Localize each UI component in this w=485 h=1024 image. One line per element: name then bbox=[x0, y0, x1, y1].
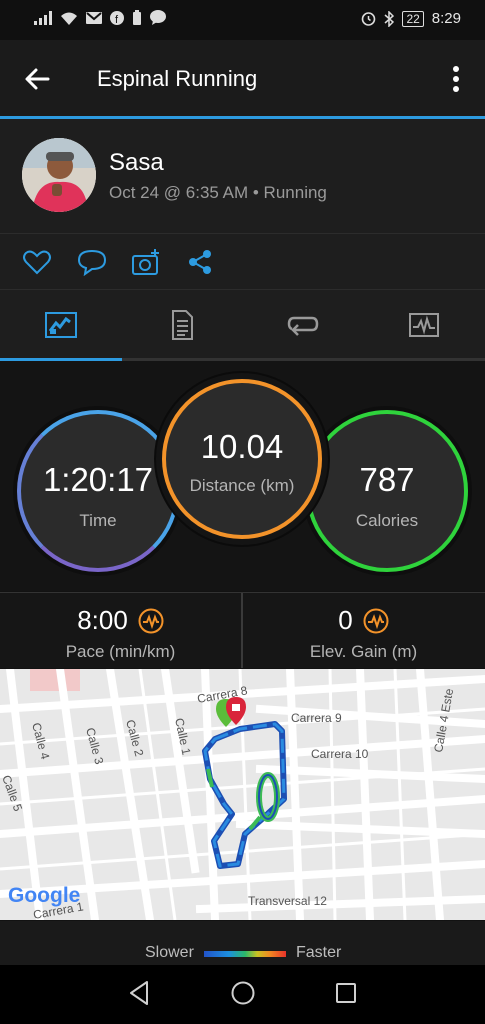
pace-info-icon[interactable] bbox=[138, 608, 164, 634]
tab-laps[interactable] bbox=[242, 290, 363, 360]
street-label: Carrera 9 bbox=[291, 711, 342, 725]
pace-metric: 8:00 Pace (min/km) bbox=[0, 593, 241, 668]
pace-value: 8:00 bbox=[77, 605, 128, 635]
overview-icon bbox=[44, 312, 77, 338]
activity-tabs bbox=[0, 290, 485, 360]
laps-icon bbox=[287, 316, 318, 336]
nav-back-icon[interactable] bbox=[128, 980, 150, 1006]
status-bar: f 22 8:29 bbox=[0, 0, 485, 40]
pace-legend: Slower Faster bbox=[0, 921, 485, 965]
time-value: 1:20:17 bbox=[42, 461, 154, 498]
distance-value: 10.04 bbox=[200, 428, 284, 465]
share-icon[interactable] bbox=[185, 248, 215, 276]
wifi-icon bbox=[61, 12, 77, 25]
tab-charts[interactable] bbox=[363, 290, 484, 360]
comment-icon[interactable] bbox=[77, 248, 107, 276]
street-label: Transversal 12 bbox=[248, 894, 327, 908]
time-label: Time bbox=[79, 511, 117, 530]
distance-ring: 10.04 Distance (km) bbox=[162, 379, 322, 539]
calories-label: Calories bbox=[355, 511, 419, 530]
tab-overview[interactable] bbox=[0, 290, 121, 360]
bluetooth-icon bbox=[384, 10, 395, 27]
map-canvas[interactable]: Calle 4 Calle 3 Calle 2 Calle 1 Carrera … bbox=[0, 669, 485, 920]
pace-label: Pace (min/km) bbox=[65, 642, 176, 661]
gmail-icon bbox=[86, 11, 102, 24]
distance-label: Distance (km) bbox=[189, 476, 295, 495]
route-map[interactable]: Calle 4 Calle 3 Calle 2 Calle 1 Carrera … bbox=[0, 669, 485, 920]
more-options-icon[interactable] bbox=[446, 64, 466, 94]
app-bar: Espinal Running bbox=[0, 40, 485, 116]
facebook-icon: f bbox=[110, 10, 124, 25]
calories-ring: 787 Calories bbox=[306, 410, 468, 572]
elevation-info-icon[interactable] bbox=[363, 608, 389, 634]
calories-value: 787 bbox=[359, 461, 415, 498]
legend-slower: Slower bbox=[145, 944, 194, 961]
battery-indicator: 22 bbox=[402, 10, 424, 27]
stats-document-icon bbox=[171, 310, 193, 340]
tab-stats[interactable] bbox=[121, 290, 242, 360]
street-label: Carrera 10 bbox=[311, 747, 369, 761]
activity-title: Espinal Running bbox=[97, 66, 258, 91]
battery-saver-icon bbox=[133, 10, 141, 25]
time-ring: 1:20:17 Time bbox=[17, 410, 179, 572]
system-nav-bar bbox=[0, 965, 485, 1024]
nav-recents-icon[interactable] bbox=[334, 980, 358, 1006]
avatar[interactable] bbox=[22, 138, 96, 212]
signal-icon bbox=[34, 10, 52, 25]
message-icon bbox=[150, 10, 166, 25]
action-bar bbox=[0, 234, 485, 290]
stats-summary: 1:20:17 Time 787 Calories 10.04 Distance… bbox=[0, 361, 485, 591]
alarm-icon bbox=[362, 12, 376, 26]
elevation-label: Elev. Gain (m) bbox=[309, 642, 418, 661]
metrics-row: 8:00 Pace (min/km) 0 Elev. Gain (m) bbox=[0, 592, 485, 668]
legend-faster: Faster bbox=[296, 944, 342, 961]
legend-gradient bbox=[204, 951, 286, 957]
back-arrow-icon[interactable] bbox=[22, 64, 52, 94]
user-name: Sasa bbox=[109, 149, 164, 176]
nav-home-icon[interactable] bbox=[230, 980, 256, 1006]
charts-icon bbox=[408, 313, 439, 337]
elevation-metric: 0 Elev. Gain (m) bbox=[243, 593, 484, 668]
add-photo-icon[interactable] bbox=[131, 248, 161, 276]
elevation-value: 0 bbox=[338, 605, 353, 635]
like-heart-icon[interactable] bbox=[22, 248, 52, 276]
activity-meta: Oct 24 @ 6:35 AM • Running bbox=[109, 183, 327, 202]
status-time: 8:29 bbox=[431, 10, 461, 27]
profile-header: Sasa Oct 24 @ 6:35 AM • Running bbox=[0, 119, 485, 234]
google-logo: Google bbox=[8, 884, 80, 907]
